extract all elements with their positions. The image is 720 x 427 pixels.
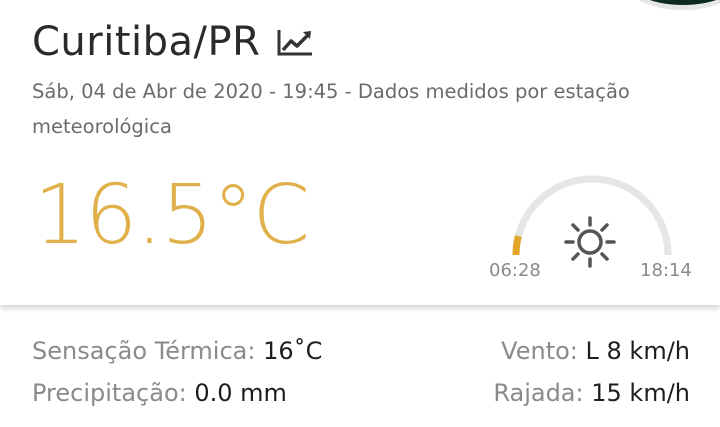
- gust-label: Rajada:: [493, 379, 584, 407]
- sun-arc-progress: [512, 235, 522, 256]
- trending-up-icon[interactable]: [276, 27, 314, 57]
- sunset-time: 18:14: [640, 260, 692, 281]
- gust-value: 15 km/h: [591, 379, 690, 407]
- sun-arc-track: [512, 175, 672, 256]
- feels-like-value: 16˚C: [263, 337, 323, 365]
- feels-like-label: Sensação Térmica:: [32, 337, 256, 365]
- precipitation-value: 0.0 mm: [194, 379, 287, 407]
- header: Curitiba/PR: [32, 14, 314, 70]
- wind-value: L 8 km/h: [585, 337, 690, 365]
- wind-label: Vento:: [501, 337, 578, 365]
- wind-stat: Vento: L 8 km/h: [501, 337, 690, 365]
- observation-info: Sáb, 04 de Abr de 2020 - 19:45 - Dados m…: [32, 80, 630, 138]
- gust-stat: Rajada: 15 km/h: [493, 379, 690, 407]
- sunrise-time: 06:28: [489, 260, 541, 281]
- weather-stats: Sensação Térmica: 16˚C Precipitação: 0.0…: [0, 305, 720, 427]
- temperature-value: 16.5°C: [34, 168, 310, 263]
- avatar[interactable]: [628, 0, 720, 10]
- sun-arc-widget: 06:28 18:14: [486, 160, 706, 290]
- precipitation-label: Precipitação:: [32, 379, 187, 407]
- sun-arc: [512, 175, 672, 268]
- precipitation-stat: Precipitação: 0.0 mm: [32, 379, 287, 407]
- feels-like-stat: Sensação Térmica: 16˚C: [32, 337, 322, 365]
- sun-icon: [564, 216, 616, 268]
- weather-card: Curitiba/PR Sáb, 04 de Abr de 2020 - 19:…: [0, 0, 720, 305]
- city-name: Curitiba/PR: [32, 19, 261, 65]
